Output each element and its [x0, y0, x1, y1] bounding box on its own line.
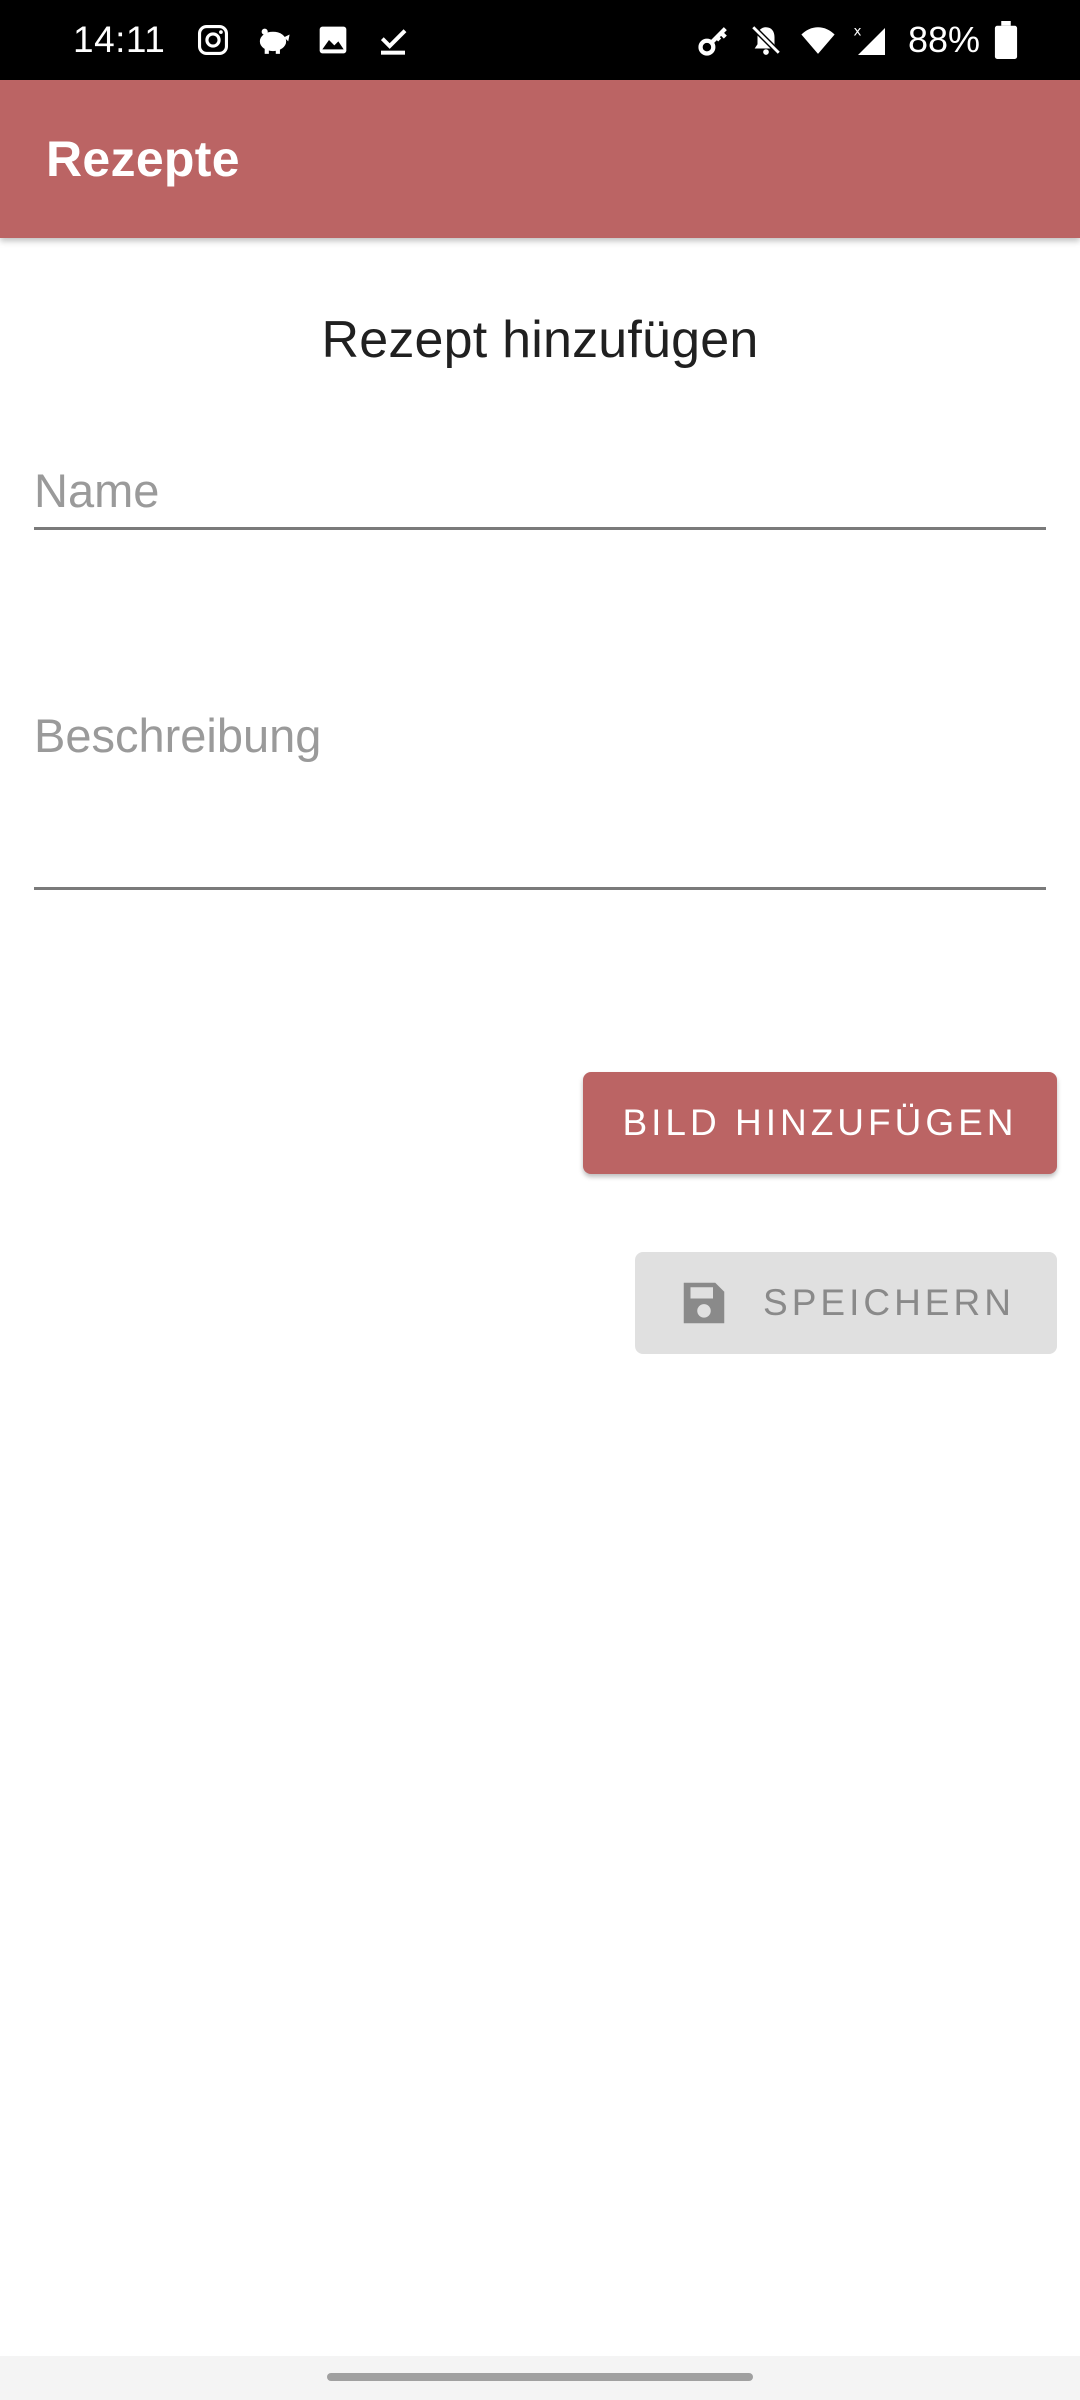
- home-gesture-handle[interactable]: [327, 2373, 753, 2381]
- battery-percentage: 88%: [907, 19, 980, 60]
- instagram-icon: [195, 22, 231, 58]
- description-field-container: [34, 700, 1046, 890]
- save-button-label: SPEICHERN: [763, 1282, 1015, 1323]
- battery-icon: [988, 21, 1024, 59]
- status-right: x 88%: [696, 19, 1040, 61]
- image-icon: [315, 22, 351, 58]
- floppy-disk-icon: [677, 1276, 731, 1330]
- svg-text:x: x: [853, 24, 861, 40]
- page-title: Rezept hinzufügen: [321, 311, 759, 369]
- status-left: 14:11: [73, 19, 435, 61]
- add-image-button-label: BILD HINZUFÜGEN: [622, 1102, 1018, 1143]
- bell-off-icon: [748, 22, 784, 58]
- description-input[interactable]: [34, 700, 1046, 870]
- navigation-bar: [0, 2356, 1080, 2400]
- app-bar: Rezepte: [0, 80, 1080, 238]
- save-button[interactable]: SPEICHERN: [635, 1252, 1057, 1354]
- status-time: 14:11: [73, 19, 166, 60]
- name-field-container: [34, 460, 1046, 530]
- signal-icon: x: [852, 22, 888, 58]
- wifi-icon: [800, 22, 836, 58]
- key-icon: [696, 22, 732, 58]
- add-image-button[interactable]: BILD HINZUFÜGEN: [583, 1072, 1057, 1174]
- check-download-icon: [375, 22, 411, 58]
- status-bar: 14:11 x 88%: [0, 0, 1080, 80]
- name-input[interactable]: [34, 460, 1046, 522]
- piggy-bank-icon: [255, 22, 291, 58]
- app-title: Rezepte: [46, 131, 240, 187]
